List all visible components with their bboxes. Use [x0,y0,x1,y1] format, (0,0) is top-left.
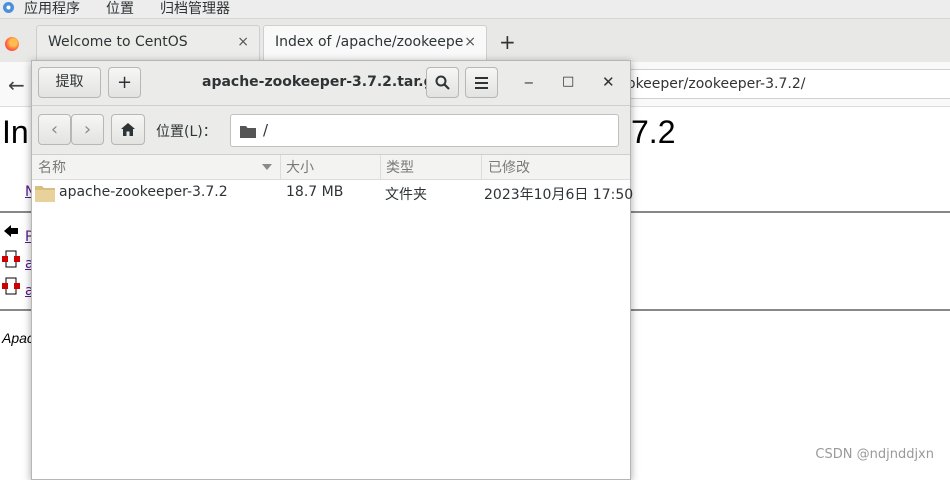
column-header-modified[interactable]: 已修改 [488,157,530,179]
page-heading: In [2,114,29,150]
file-name: apache-zookeeper-3.7.2 [59,184,228,200]
archive-manager-window: 提取 + apache-zookeeper-3.7.2.tar.gz ‒ □ ✕… [31,60,634,480]
home-icon [121,123,135,136]
location-value: / [263,121,269,139]
file-row[interactable]: apache-zookeeper-3.7.2 18.7 MB 文件夹 2023年… [32,180,634,206]
browser-tab-strip: Welcome to CentOS × Index of /apache/zoo… [0,19,950,62]
compressed-file-icon [2,250,20,268]
tab-close-icon[interactable]: × [237,34,249,50]
folder-icon [35,186,55,202]
chevron-right-icon: › [83,119,92,140]
file-modified: 2023年10月6日 17:50 [484,187,634,203]
url-text: okeeper/zookeeper-3.7.2/ [627,76,806,92]
location-label: 位置(L)： [156,124,217,140]
file-size: 18.7 MB [286,184,344,200]
folder-icon [240,126,256,138]
archive-manager-menu[interactable]: 归档管理器 [160,0,230,18]
sort-descending-icon[interactable] [262,164,272,170]
maximize-button[interactable]: □ [562,74,574,89]
applications-menu[interactable]: 应用程序 [24,0,80,18]
column-header-type[interactable]: 类型 [386,157,414,179]
search-icon [435,75,450,90]
back-arrow-icon[interactable]: ← [8,73,25,97]
page-footer: Apac [2,330,34,346]
window-title: apache-zookeeper-3.7.2.tar.gz [202,74,442,90]
tab-label: Welcome to CentOS [48,34,188,50]
tab-index-of-zookeeper[interactable]: Index of /apache/zookeeper/z × [263,25,487,61]
tab-close-icon[interactable]: × [464,34,476,50]
hamburger-menu-icon [475,77,488,89]
tab-welcome-centos[interactable]: Welcome to CentOS × [36,25,260,61]
search-button[interactable] [426,67,459,98]
extract-button[interactable]: 提取 [38,67,101,98]
watermark: CSDN @ndjnddjxn [815,447,934,462]
location-bar: ‹ › 位置(L)： / [32,106,630,155]
back-button[interactable]: ‹ [38,114,71,145]
compressed-file-icon [2,277,20,295]
places-menu[interactable]: 位置 [106,0,134,18]
header-bar: 提取 + apache-zookeeper-3.7.2.tar.gz ‒ □ ✕ [32,61,630,106]
tab-label: Index of /apache/zookeeper/z [275,34,463,50]
new-tab-button[interactable]: + [499,30,516,54]
forward-button[interactable]: › [71,114,104,145]
minimize-button[interactable]: ‒ [524,73,534,91]
column-separator [380,155,381,179]
column-separator [481,155,482,179]
firefox-icon [5,37,19,51]
location-input[interactable]: / [230,114,619,147]
file-type: 文件夹 [385,187,427,203]
home-button[interactable] [111,114,145,145]
page-heading-tail: 7.2 [631,114,676,150]
chevron-left-icon: ‹ [50,119,59,140]
file-list-header: 名称 大小 类型 已修改 [32,155,630,180]
close-button[interactable]: ✕ [602,73,615,91]
applications-icon[interactable] [2,1,15,14]
menu-button[interactable] [465,67,498,98]
add-files-button[interactable]: + [108,67,141,98]
column-separator [280,155,281,179]
column-header-size[interactable]: 大小 [286,157,314,179]
column-header-name[interactable]: 名称 [38,157,66,179]
top-panel: 应用程序 位置 归档管理器 [0,0,950,19]
back-folder-icon [4,225,18,237]
